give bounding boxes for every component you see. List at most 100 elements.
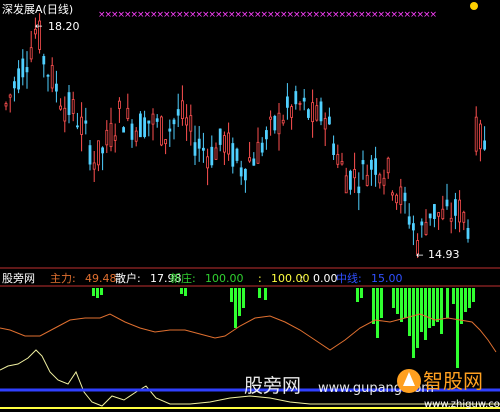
candle-body	[63, 107, 67, 122]
signal-marker: ×	[430, 10, 438, 20]
indicator-label-1: 散户:	[115, 271, 141, 285]
stock-chart-window: × × × × × × × × × × × × × × × × × × × × × × × × × × × × × × × × × × × × × × × ×…	[0, 0, 500, 412]
candle-body	[105, 129, 109, 146]
candle-body	[327, 116, 331, 125]
candle-body	[29, 47, 33, 60]
candle-body	[273, 115, 277, 131]
candle-body	[478, 123, 482, 150]
candle-body	[474, 116, 478, 152]
candle-body	[55, 83, 58, 92]
candle-body	[46, 74, 50, 77]
new-dealer-bar	[376, 288, 379, 338]
high-arrow: ←	[35, 22, 43, 32]
candle-body	[197, 138, 201, 149]
new-dealer-bar	[356, 288, 359, 302]
new-dealer-bar	[360, 288, 363, 298]
candle-body	[437, 212, 441, 217]
new-dealer-bar	[440, 288, 443, 334]
candle-body	[176, 109, 180, 116]
candle-body	[222, 135, 226, 153]
candle-body	[403, 192, 407, 202]
new-dealer-bar	[428, 288, 431, 328]
indicator-label-0: 主力:	[50, 272, 76, 285]
candle-body	[243, 168, 247, 181]
candle-body	[126, 107, 130, 119]
chart-title: 深发展A(日线)	[2, 2, 73, 16]
new-dealer-bar	[184, 288, 187, 296]
candle-body	[168, 128, 172, 132]
watermark-text: 股旁网	[244, 375, 301, 397]
candle-body	[432, 204, 436, 219]
candle-body	[122, 127, 125, 133]
candle-body	[92, 162, 96, 170]
logo-url: www.zhiguw.com	[424, 399, 500, 410]
new-dealer-bar	[372, 288, 375, 324]
candle-body	[449, 217, 453, 222]
new-dealer-bar	[96, 288, 99, 298]
candle-body	[441, 208, 445, 220]
candle-body	[399, 186, 403, 205]
candle-body	[193, 142, 197, 156]
new-dealer-bar	[452, 288, 455, 304]
candle-body	[256, 141, 260, 164]
candle-body	[71, 99, 75, 114]
candle-body	[315, 105, 319, 121]
new-dealer-bar	[380, 288, 383, 318]
new-dealer-bar	[424, 288, 427, 340]
candle-body	[458, 199, 462, 223]
new-dealer-bar	[264, 288, 267, 300]
candle-body	[264, 130, 268, 140]
new-dealer-bar	[92, 288, 95, 296]
candle-body	[143, 117, 147, 137]
candle-body	[130, 123, 134, 140]
logo-text: 智股网	[423, 369, 483, 393]
candle-body	[189, 115, 193, 132]
candle-body	[344, 175, 348, 194]
new-dealer-bar	[392, 288, 395, 308]
candle-body	[281, 119, 285, 124]
candle-body	[336, 154, 340, 165]
candle-body	[21, 58, 25, 78]
candle-body	[151, 113, 155, 125]
indicator-value-5: 15.00	[371, 272, 403, 285]
new-dealer-bar	[242, 288, 245, 308]
candle-body	[227, 132, 231, 155]
candle-body	[365, 174, 369, 186]
candle-body	[67, 92, 71, 115]
candle-body	[294, 91, 298, 105]
candle-body	[25, 67, 29, 73]
candle-body	[248, 157, 252, 162]
panel-title: 股旁网	[2, 271, 35, 285]
indicator-value-2: 100.00	[205, 272, 244, 285]
new-dealer-bar	[416, 288, 419, 348]
chart-canvas[interactable]: ××××××××××××××××××××××××××××××××××××××××…	[0, 0, 500, 412]
candle-body	[4, 103, 8, 107]
new-dealer-bar	[446, 288, 449, 318]
candle-body	[466, 227, 470, 239]
candle-body	[138, 113, 142, 138]
candle-body	[407, 216, 411, 225]
indicator-label-2: 新庄:	[170, 271, 196, 285]
candle-body	[59, 105, 62, 110]
candle-body	[8, 94, 12, 98]
candle-body	[374, 158, 378, 175]
candle-body	[319, 101, 323, 122]
candle-body	[164, 139, 168, 145]
candle-body	[97, 140, 100, 166]
new-dealer-bar	[412, 288, 415, 358]
candle-body	[386, 157, 390, 174]
candle-body	[118, 100, 121, 109]
candle-body	[306, 109, 310, 118]
candle-body	[348, 170, 352, 190]
candle-body	[340, 161, 344, 165]
candle-body	[424, 221, 428, 235]
candle-body	[332, 143, 336, 155]
candle-body	[42, 56, 46, 65]
candle-body	[361, 160, 365, 165]
candle-body	[411, 223, 415, 231]
candle-body	[214, 147, 218, 160]
indicator-label-5: 中线:	[336, 271, 362, 285]
candle-body	[109, 122, 113, 148]
candle-body	[134, 130, 138, 142]
candle-body	[17, 68, 21, 90]
